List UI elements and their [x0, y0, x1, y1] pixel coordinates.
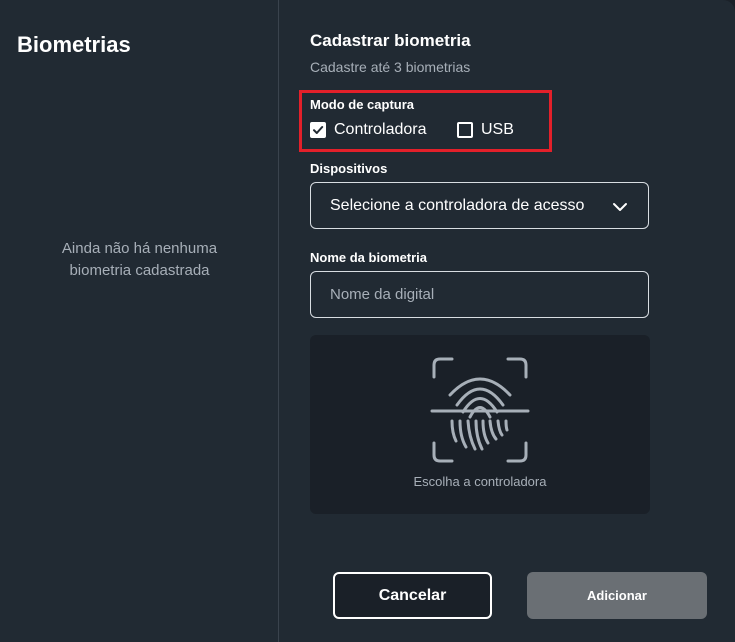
- biometrics-modal: Biometrias Ainda não há nenhuma biometri…: [0, 0, 735, 642]
- fingerprint-capture-area: Escolha a controladora: [310, 335, 650, 514]
- register-biometry-form: Cadastrar biometria Cadastre até 3 biome…: [280, 0, 735, 642]
- usb-label: USB: [481, 121, 514, 138]
- empty-state-line-2: biometria cadastrada: [69, 262, 210, 279]
- biometrics-list-panel: Biometrias Ainda não há nenhuma biometri…: [0, 0, 279, 642]
- devices-select[interactable]: Selecione a controladora de acesso: [310, 182, 649, 229]
- biometry-name-input[interactable]: [310, 271, 649, 318]
- capture-hint: Escolha a controladora: [413, 474, 547, 489]
- controladora-label: Controladora: [334, 121, 427, 138]
- chevron-down-icon: [613, 203, 627, 211]
- capture-mode-label: Modo de captura: [310, 97, 415, 112]
- usb-checkbox[interactable]: [457, 122, 473, 138]
- form-title: Cadastrar biometria: [310, 31, 471, 50]
- devices-label: Dispositivos: [310, 161, 388, 176]
- capture-mode-usb-option[interactable]: USB: [457, 120, 514, 140]
- panel-title: Biometrias: [17, 32, 131, 57]
- empty-state-line-1: Ainda não há nenhuma: [61, 240, 218, 257]
- devices-selected-value: Selecione a controladora de acesso: [330, 197, 585, 214]
- controladora-checkbox[interactable]: [310, 122, 326, 138]
- checkmark-icon: [313, 126, 324, 134]
- add-button[interactable]: Adicionar: [527, 572, 707, 619]
- form-subtitle: Cadastre até 3 biometrias: [310, 59, 471, 75]
- fingerprint-scan-icon: [430, 357, 530, 463]
- empty-state-message: Ainda não há nenhuma biometria cadastrad…: [0, 238, 279, 282]
- biometry-name-label: Nome da biometria: [310, 250, 428, 265]
- cancel-button[interactable]: Cancelar: [333, 572, 492, 619]
- capture-mode-controladora-option[interactable]: Controladora: [310, 120, 427, 140]
